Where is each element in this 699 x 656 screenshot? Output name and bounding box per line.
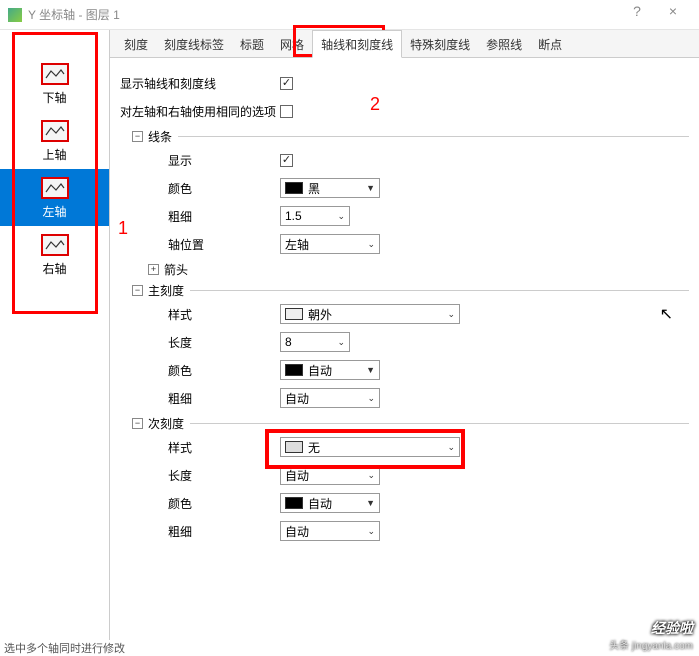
axis-item-bottom[interactable]: 下轴	[0, 55, 109, 112]
axis-label: 右轴	[42, 260, 66, 277]
major-style-dropdown[interactable]: 朝外 ⌄	[280, 304, 460, 324]
annotation-1: 1	[118, 218, 128, 239]
tab-tick-labels[interactable]: 刻度线标签	[156, 31, 232, 57]
line-color-label: 颜色	[120, 180, 280, 197]
watermark: 经验啦	[651, 618, 693, 638]
use-same-lr-checkbox[interactable]	[280, 105, 293, 118]
line-thick-label: 粗细	[120, 208, 280, 225]
chevron-down-icon: ⌄	[337, 337, 345, 348]
axis-item-right[interactable]: 右轴	[0, 226, 109, 283]
tick-style-icon	[285, 441, 303, 453]
line-group-header[interactable]: − 线条	[120, 128, 689, 145]
axis-chart-icon	[41, 120, 69, 142]
minor-color-label: 颜色	[120, 495, 280, 512]
line-show-checkbox[interactable]	[280, 154, 293, 167]
axis-label: 上轴	[42, 146, 66, 163]
major-len-label: 长度	[120, 334, 280, 351]
major-color-label: 颜色	[120, 362, 280, 379]
collapse-icon: −	[132, 131, 143, 142]
chevron-down-icon: ▼	[366, 183, 375, 193]
major-len-combo[interactable]: 8 ⌄	[280, 332, 350, 352]
minor-color-dropdown[interactable]: 自动 ▼	[280, 493, 380, 513]
arrow-group-header[interactable]: + 箭头	[120, 261, 689, 278]
chevron-down-icon: ⌄	[367, 393, 375, 404]
close-button[interactable]: ×	[655, 3, 691, 27]
footer-hint: 选中多个轴同时进行修改	[0, 640, 125, 656]
major-style-label: 样式	[120, 306, 280, 323]
chevron-down-icon: ▼	[366, 498, 375, 508]
line-show-label: 显示	[120, 152, 280, 169]
axis-label: 左轴	[42, 203, 66, 220]
axis-pos-label: 轴位置	[120, 236, 280, 253]
main-panel: 刻度 刻度线标签 标题 网格 轴线和刻度线 特殊刻度线 参照线 断点 1 2 ↖…	[110, 30, 699, 646]
axis-item-left[interactable]: 左轴	[0, 169, 109, 226]
minor-thick-combo[interactable]: 自动 ⌄	[280, 521, 380, 541]
axis-chart-icon	[41, 234, 69, 256]
help-button[interactable]: ?	[619, 3, 655, 27]
major-thick-label: 粗细	[120, 390, 280, 407]
chevron-down-icon: ⌄	[367, 470, 375, 481]
line-thick-combo[interactable]: 1.5 ⌄	[280, 206, 350, 226]
collapse-icon: −	[132, 285, 143, 296]
axis-chart-icon	[41, 63, 69, 85]
minor-group-header[interactable]: − 次刻度	[120, 415, 689, 432]
minor-thick-label: 粗细	[120, 523, 280, 540]
show-axes-label: 显示轴线和刻度线	[120, 75, 280, 92]
tick-style-icon	[285, 308, 303, 320]
chevron-down-icon: ⌄	[337, 211, 345, 222]
app-icon	[8, 8, 22, 22]
annotation-2: 2	[370, 94, 380, 115]
watermark-sub: 头条 jingyanla.com	[609, 637, 693, 652]
tab-breaks[interactable]: 断点	[530, 31, 570, 57]
axis-chart-icon	[41, 177, 69, 199]
major-group-header[interactable]: − 主刻度	[120, 282, 689, 299]
tab-bar: 刻度 刻度线标签 标题 网格 轴线和刻度线 特殊刻度线 参照线 断点	[110, 30, 699, 58]
tab-special-ticks[interactable]: 特殊刻度线	[402, 31, 478, 57]
chevron-down-icon: ⌄	[447, 442, 455, 453]
tab-reference[interactable]: 参照线	[478, 31, 530, 57]
tab-grid[interactable]: 网格	[272, 31, 312, 57]
chevron-down-icon: ⌄	[367, 239, 375, 250]
chevron-down-icon: ⌄	[367, 526, 375, 537]
chevron-down-icon: ▼	[366, 365, 375, 375]
color-swatch-icon	[285, 497, 303, 509]
expand-icon: +	[148, 264, 159, 275]
line-color-dropdown[interactable]: 黑 ▼	[280, 178, 380, 198]
axis-pos-combo[interactable]: 左轴 ⌄	[280, 234, 380, 254]
tab-axes-ticks[interactable]: 轴线和刻度线	[312, 30, 402, 58]
axis-sidebar: 下轴 上轴 左轴 右轴	[0, 30, 110, 646]
minor-len-combo[interactable]: 自动 ⌄	[280, 465, 380, 485]
major-thick-combo[interactable]: 自动 ⌄	[280, 388, 380, 408]
collapse-icon: −	[132, 418, 143, 429]
window-title: Y 坐标轴 - 图层 1	[28, 6, 619, 23]
axis-label: 下轴	[42, 89, 66, 106]
cursor-icon: ↖	[660, 304, 673, 324]
color-swatch-icon	[285, 182, 303, 194]
minor-style-dropdown[interactable]: 无 ⌄	[280, 437, 460, 457]
title-bar: Y 坐标轴 - 图层 1 ? ×	[0, 0, 699, 30]
color-swatch-icon	[285, 364, 303, 376]
axis-item-top[interactable]: 上轴	[0, 112, 109, 169]
tab-title[interactable]: 标题	[232, 31, 272, 57]
chevron-down-icon: ⌄	[447, 309, 455, 320]
use-same-lr-label: 对左轴和右轴使用相同的选项	[120, 103, 280, 120]
minor-len-label: 长度	[120, 467, 280, 484]
show-axes-checkbox[interactable]	[280, 77, 293, 90]
major-color-dropdown[interactable]: 自动 ▼	[280, 360, 380, 380]
tab-content: 1 2 ↖ 显示轴线和刻度线 对左轴和右轴使用相同的选项 − 线条 显示 颜色	[110, 58, 699, 646]
minor-style-label: 样式	[120, 439, 280, 456]
tab-scale[interactable]: 刻度	[116, 31, 156, 57]
